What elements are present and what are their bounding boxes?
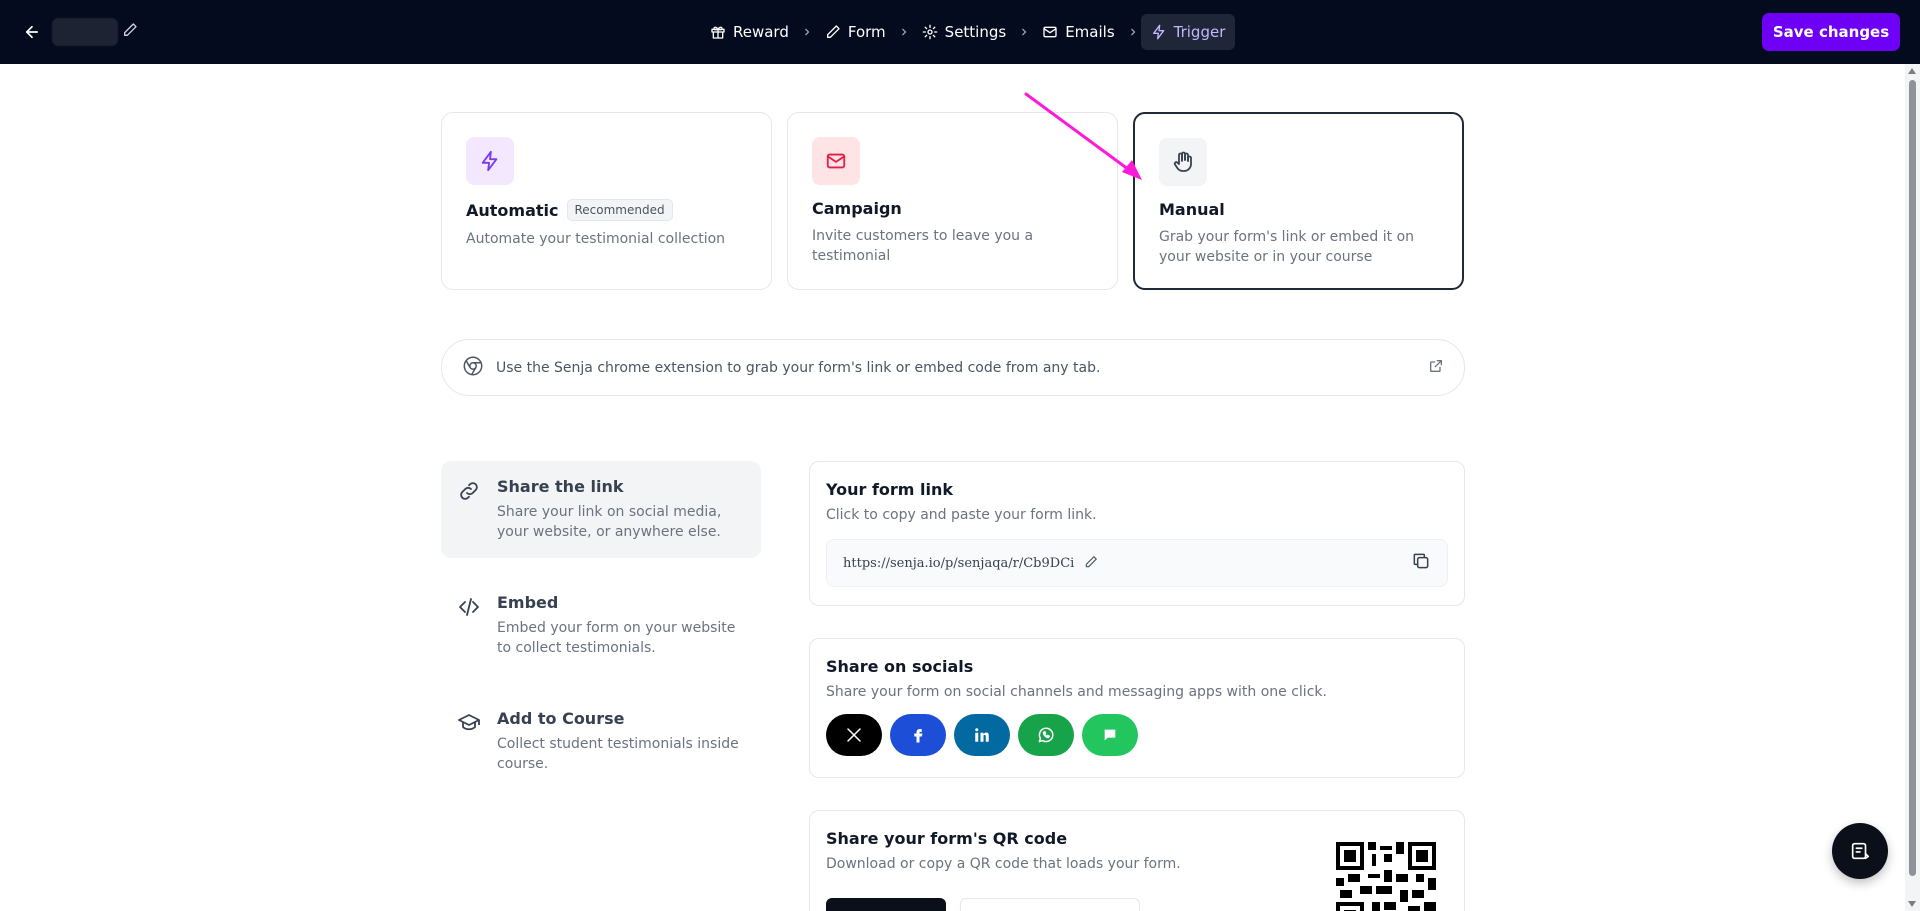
- chevron-right-icon: [896, 26, 912, 38]
- step-label: Emails: [1065, 23, 1115, 41]
- nav-add-to-course[interactable]: Add to Course Collect student testimonia…: [441, 693, 761, 790]
- panel-title: Your form link: [826, 480, 954, 499]
- form-link-url: https://senja.io/p/senjaqa/r/Cb9DCi: [843, 555, 1075, 571]
- scroll-up-arrow-icon[interactable]: [1908, 68, 1916, 74]
- scroll-thumb[interactable]: [1909, 80, 1916, 876]
- trigger-card-manual[interactable]: Manual Grab your form's link or embed it…: [1133, 112, 1464, 290]
- nav-title: Share the link: [497, 477, 624, 496]
- form-name-redacted[interactable]: [52, 18, 118, 46]
- copy-qr-button[interactable]: [960, 898, 1140, 911]
- panel-title: Share on socials: [826, 657, 974, 676]
- chevron-right-icon: [799, 26, 815, 38]
- nav-description: Collect student testimonials inside cour…: [497, 736, 739, 772]
- pencil-icon: [826, 25, 840, 38]
- trigger-card-automatic[interactable]: Automatic Recommended Automate your test…: [441, 112, 772, 290]
- bolt-icon: [466, 137, 514, 185]
- message-icon: [1104, 729, 1116, 741]
- nav-description: Embed your form on your website to colle…: [497, 620, 736, 656]
- nav-title: Embed: [497, 593, 559, 612]
- step-label: Reward: [733, 23, 789, 41]
- panel-description: Click to copy and paste your form link.: [826, 507, 1097, 523]
- step-label: Trigger: [1173, 23, 1226, 41]
- mail-icon: [812, 137, 860, 185]
- whatsapp-icon: [1038, 727, 1054, 743]
- link-icon: [457, 479, 481, 507]
- x-logo-icon: [847, 728, 861, 742]
- nav-description: Share your link on social media, your we…: [497, 504, 722, 540]
- card-description: Invite customers to leave you a testimon…: [812, 228, 1034, 264]
- chat-support-button[interactable]: [1832, 823, 1888, 879]
- page-scrollbar[interactable]: [1905, 64, 1920, 911]
- nav-embed[interactable]: Embed Embed your form on your website to…: [441, 577, 761, 674]
- card-description: Grab your form's link or embed it on you…: [1159, 229, 1415, 265]
- banner-text: Use the Senja chrome extension to grab y…: [496, 359, 1101, 376]
- mail-icon: [1043, 26, 1057, 38]
- share-whatsapp-button[interactable]: [1018, 714, 1074, 756]
- step-label: Form: [847, 23, 886, 41]
- step-form[interactable]: Form: [815, 14, 896, 50]
- edit-name-pencil-icon[interactable]: [122, 22, 140, 40]
- gift-icon: [711, 26, 725, 39]
- back-arrow-icon[interactable]: [20, 20, 44, 44]
- download-qr-button[interactable]: [826, 898, 946, 911]
- bolt-icon: [1152, 24, 1164, 40]
- share-linkedin-button[interactable]: [954, 714, 1010, 756]
- card-title: Campaign: [812, 199, 902, 218]
- share-message-button[interactable]: [1082, 714, 1138, 756]
- copy-icon[interactable]: [1411, 551, 1431, 575]
- step-navigation: Reward Form Settings Emails Trigger: [700, 14, 1236, 50]
- card-title: Manual: [1159, 200, 1225, 219]
- social-buttons: [826, 714, 1448, 756]
- share-facebook-button[interactable]: [890, 714, 946, 756]
- facebook-icon: [914, 729, 923, 743]
- chat-icon: [1851, 842, 1870, 860]
- step-reward[interactable]: Reward: [700, 14, 799, 50]
- nav-title: Add to Course: [497, 709, 625, 728]
- top-bar: Reward Form Settings Emails Trigger Save…: [0, 0, 1920, 64]
- gear-icon: [922, 24, 938, 40]
- linkedin-icon: [975, 728, 989, 742]
- panel-description: Share your form on social channels and m…: [826, 684, 1327, 700]
- chevron-right-icon: [1016, 26, 1032, 38]
- chrome-extension-banner[interactable]: Use the Senja chrome extension to grab y…: [441, 339, 1465, 396]
- step-trigger[interactable]: Trigger: [1140, 14, 1236, 50]
- recommended-badge: Recommended: [566, 199, 673, 221]
- external-link-icon[interactable]: [1428, 358, 1444, 378]
- save-changes-button[interactable]: Save changes: [1762, 13, 1900, 51]
- qr-code-image: [1336, 842, 1436, 911]
- form-link-panel: Your form link Click to copy and paste y…: [809, 461, 1465, 606]
- scroll-down-arrow-icon[interactable]: [1908, 901, 1916, 907]
- card-title: Automatic: [466, 200, 559, 220]
- nav-share-link[interactable]: Share the link Share your link on social…: [441, 461, 761, 558]
- hand-icon: [1159, 138, 1207, 186]
- share-socials-panel: Share on socials Share your form on soci…: [809, 638, 1465, 778]
- edit-link-pencil-icon[interactable]: [1084, 554, 1098, 573]
- form-link-field[interactable]: https://senja.io/p/senjaqa/r/Cb9DCi: [826, 539, 1448, 587]
- graduation-cap-icon: [457, 711, 481, 739]
- trigger-card-campaign[interactable]: Campaign Invite customers to leave you a…: [787, 112, 1118, 290]
- qr-code-panel: Share your form's QR code Download or co…: [809, 810, 1465, 911]
- chrome-icon: [462, 355, 484, 381]
- step-emails[interactable]: Emails: [1032, 14, 1124, 50]
- step-label: Settings: [944, 23, 1007, 41]
- step-settings[interactable]: Settings: [912, 14, 1017, 50]
- code-icon: [457, 595, 481, 623]
- card-description: Automate your testimonial collection: [466, 231, 726, 247]
- chevron-right-icon: [1125, 26, 1141, 38]
- share-x-button[interactable]: [826, 714, 882, 756]
